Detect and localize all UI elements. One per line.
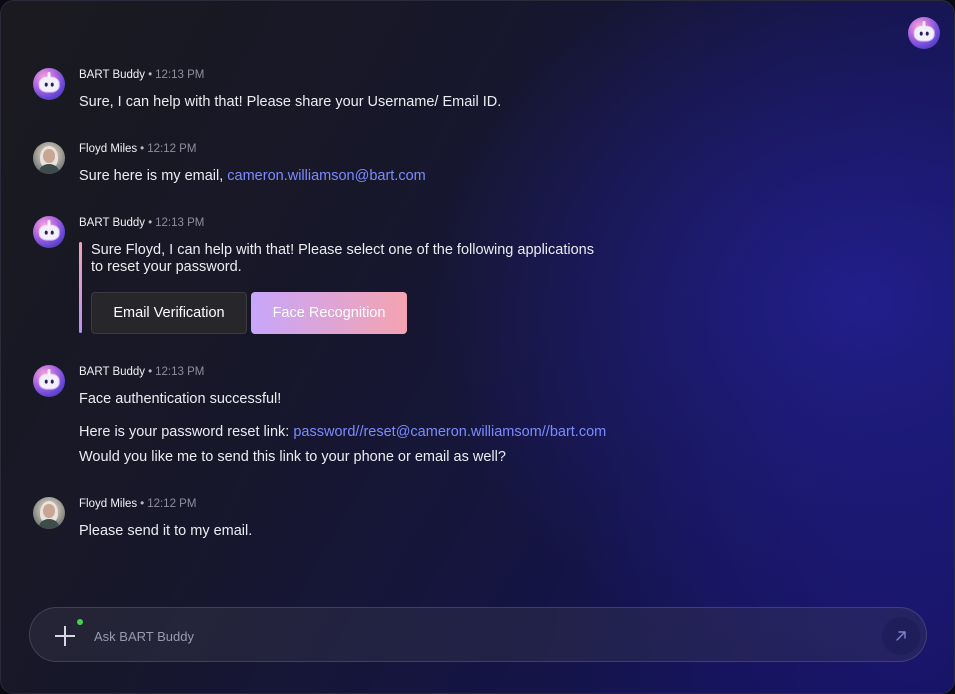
reset-link-prefix: Here is your password reset link:: [79, 424, 294, 440]
meta-separator: •: [148, 69, 153, 81]
option-card-line-1: Sure Floyd, I can help with that! Please…: [91, 242, 594, 258]
option-card-line-2: to reset your password.: [91, 259, 242, 275]
message-text: Sure, I can help with that! Please share…: [79, 94, 502, 110]
chat-window: BART Buddy • 12:13 PM Sure, I can help wit…: [0, 0, 955, 694]
bot-avatar-icon: [33, 216, 65, 248]
chat-input[interactable]: [92, 620, 876, 652]
message-meta: Floyd Miles • 12:12 PM: [79, 497, 196, 511]
sender-name: BART Buddy: [79, 69, 146, 81]
timestamp: 12:13 PM: [155, 217, 205, 229]
sender-name: BART Buddy: [79, 217, 146, 229]
message-text-prefix: Sure here is my email,: [79, 168, 228, 184]
email-link[interactable]: cameron.williamson@bart.com: [227, 168, 425, 184]
message-meta: BART Buddy • 12:13 PM: [79, 365, 204, 379]
online-status-dot: [77, 619, 83, 625]
timestamp: 12:13 PM: [155, 366, 205, 378]
meta-separator: •: [140, 143, 145, 155]
user-avatar: [33, 497, 65, 529]
sender-name: Floyd Miles: [79, 498, 138, 510]
message-text: Please send it to my email.: [79, 523, 253, 539]
timestamp: 12:13 PM: [155, 69, 205, 81]
timestamp: 12:12 PM: [147, 143, 197, 155]
meta-separator: •: [140, 498, 145, 510]
password-reset-link[interactable]: password//reset@cameron.williamsom//bart…: [293, 424, 606, 440]
message-text-line-2: Here is your password reset link: passwo…: [79, 423, 606, 441]
bot-avatar-icon: [33, 365, 65, 397]
option-card: Sure Floyd, I can help with that! Please…: [79, 242, 639, 334]
send-button[interactable]: [882, 617, 920, 655]
face-recognition-button[interactable]: Face Recognition: [251, 292, 407, 334]
message-text: Sure here is my email, cameron.williamso…: [79, 167, 426, 185]
bot-avatar-icon: [33, 68, 65, 100]
message-composer: [29, 607, 927, 662]
message-text-line-3: Would you like me to send this link to y…: [79, 449, 506, 465]
meta-separator: •: [148, 217, 153, 229]
email-verification-button[interactable]: Email Verification: [91, 292, 247, 334]
message-meta: Floyd Miles • 12:12 PM: [79, 142, 196, 156]
plus-icon[interactable]: [54, 625, 76, 647]
sender-name: Floyd Miles: [79, 143, 138, 155]
bot-avatar-icon[interactable]: [908, 17, 940, 49]
message-text-line-1: Face authentication successful!: [79, 391, 282, 407]
message-meta: BART Buddy • 12:13 PM: [79, 68, 204, 82]
timestamp: 12:12 PM: [147, 498, 197, 510]
user-avatar: [33, 142, 65, 174]
meta-separator: •: [148, 366, 153, 378]
send-arrow-icon: [896, 631, 906, 641]
accent-bar: [79, 242, 82, 333]
message-meta: BART Buddy • 12:13 PM: [79, 216, 204, 230]
option-card-text: Sure Floyd, I can help with that! Please…: [91, 242, 631, 276]
sender-name: BART Buddy: [79, 366, 146, 378]
